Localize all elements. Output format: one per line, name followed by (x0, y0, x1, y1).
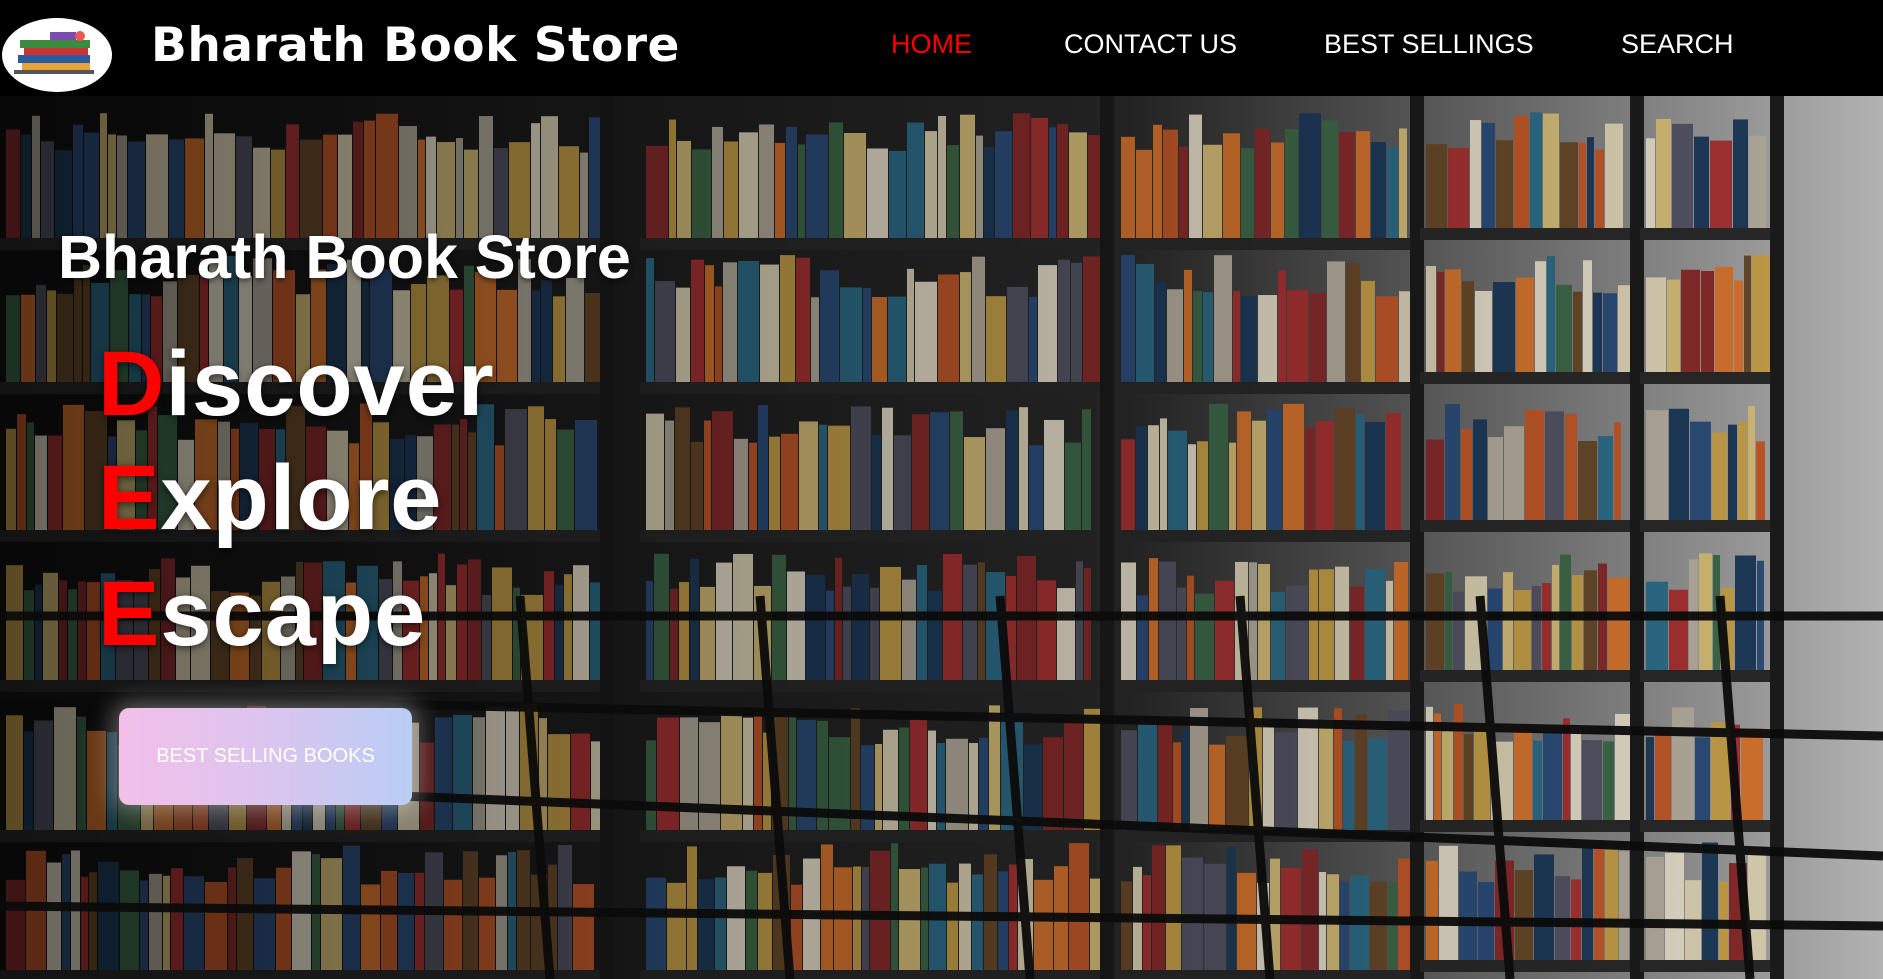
hero-section: Bharath Book Store Discover Explore Esca… (0, 96, 1883, 979)
hero-word-rest: xplore (160, 447, 443, 549)
nav-search[interactable]: SEARCH (1621, 29, 1734, 60)
nav-contact-us[interactable]: CONTACT US (1064, 29, 1237, 60)
hero-word-rest: iscover (165, 333, 495, 435)
brand-name[interactable]: Bharath Book Store (151, 18, 680, 73)
hero-word-initial: E (98, 447, 161, 549)
hero-word-initial: D (98, 333, 166, 435)
hero-word-explore: Explore (98, 452, 442, 544)
nav-home[interactable]: HOME (891, 29, 972, 60)
hero-title: Bharath Book Store (58, 223, 631, 291)
hero-word-initial: E (98, 563, 161, 665)
hero-word-discover: Discover (98, 338, 495, 430)
best-selling-books-button[interactable]: BEST SELLING BOOKS (119, 708, 412, 805)
hero-word-rest: scape (160, 563, 427, 665)
book-stack-logo-icon (14, 31, 94, 74)
hero-word-escape: Escape (98, 568, 426, 660)
store-logo[interactable] (2, 18, 112, 92)
top-navbar: Bharath Book Store HOME CONTACT US BEST … (0, 0, 1883, 96)
nav-best-sellings[interactable]: BEST SELLINGS (1324, 29, 1534, 60)
